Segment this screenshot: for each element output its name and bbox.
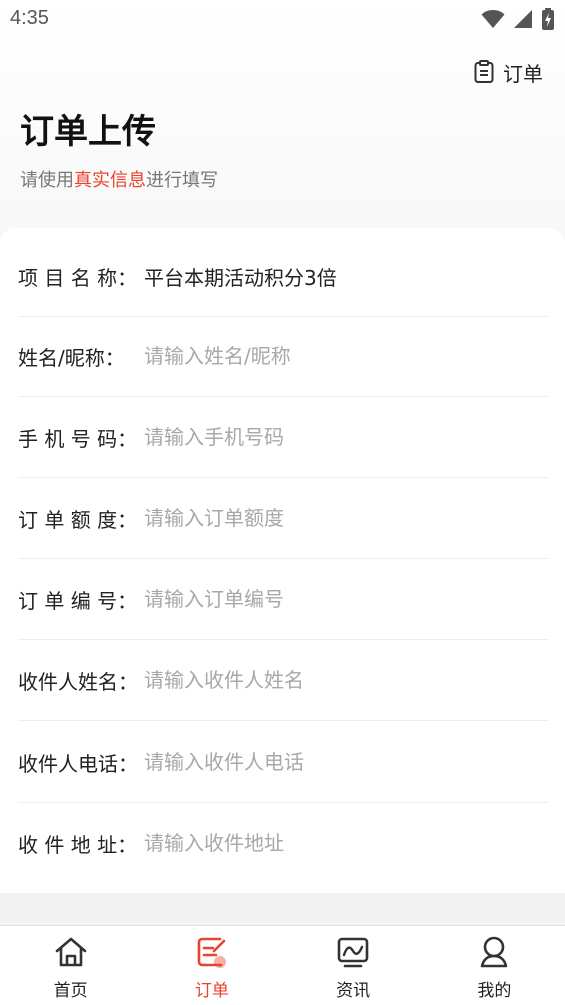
- order-number-label: 订 单 编 号：: [18, 588, 138, 613]
- address-label: 收 件 地 址：: [18, 832, 138, 857]
- page-title: 订单上传: [20, 112, 156, 152]
- recipient-name-label: 收件人姓名：: [18, 669, 138, 694]
- header-order-label: 订单: [503, 61, 543, 86]
- subtitle-suffix: 进行填写: [146, 170, 218, 191]
- form-row-order-number: 订 单 编 号：: [18, 559, 548, 640]
- section-gap: [0, 893, 565, 925]
- nav-item-home[interactable]: 首页: [0, 926, 141, 1005]
- recipient-name-input[interactable]: [144, 668, 524, 692]
- nav-item-order[interactable]: 订单: [141, 926, 282, 1005]
- name-input[interactable]: [144, 344, 524, 368]
- nav-label-order: 订单: [194, 981, 229, 1001]
- phone-input[interactable]: [144, 425, 524, 449]
- order-amount-label: 订 单 额 度：: [18, 507, 138, 532]
- wifi-icon: [481, 10, 505, 28]
- form-row-name: 姓名/昵称：: [18, 316, 548, 397]
- form-row-order-amount: 订 单 额 度：: [18, 478, 548, 559]
- status-icons: [481, 8, 555, 30]
- order-amount-input[interactable]: [144, 506, 524, 530]
- recipient-phone-input[interactable]: [144, 750, 524, 774]
- project-name-value: 平台本期活动积分3倍: [144, 265, 337, 290]
- nav-label-news: 资讯: [336, 981, 371, 1001]
- status-time: 4:35: [10, 7, 49, 29]
- nav-item-profile[interactable]: 我的: [424, 926, 565, 1005]
- phone-label: 手 机 号 码：: [18, 426, 138, 451]
- form-row-phone: 手 机 号 码：: [18, 397, 548, 478]
- home-icon: [55, 937, 86, 967]
- clipboard-list-icon: [474, 60, 494, 83]
- nav-label-profile: 我的: [477, 981, 512, 1001]
- form-row-project-name: 项 目 名 称： 平台本期活动积分3倍: [18, 236, 548, 317]
- order-form-card: 项 目 名 称： 平台本期活动积分3倍 姓名/昵称： 手 机 号 码： 订 单 …: [0, 228, 565, 893]
- cellular-signal-icon: [514, 10, 532, 28]
- recipient-phone-label: 收件人电话：: [18, 751, 138, 776]
- status-bar: 4:35: [0, 0, 565, 40]
- news-icon: [337, 937, 369, 968]
- order-number-input[interactable]: [144, 587, 524, 611]
- project-name-label: 项 目 名 称：: [18, 265, 138, 290]
- header-order-button[interactable]: 订单: [473, 58, 543, 86]
- bottom-nav: 首页 订单 资讯 我的: [0, 925, 565, 1005]
- nav-item-news[interactable]: 资讯: [283, 926, 424, 1005]
- profile-icon: [481, 936, 508, 968]
- form-row-address: 收 件 地 址：: [18, 803, 548, 883]
- nav-label-home: 首页: [53, 981, 88, 1001]
- form-row-recipient-name: 收件人姓名：: [18, 640, 548, 721]
- address-input[interactable]: [144, 831, 524, 855]
- battery-charging-icon: [542, 8, 554, 30]
- page-subtitle: 请使用真实信息进行填写: [20, 169, 218, 193]
- subtitle-highlight: 真实信息: [74, 170, 146, 191]
- form-row-recipient-phone: 收件人电话：: [18, 722, 548, 803]
- subtitle-prefix: 请使用: [20, 170, 74, 191]
- order-edit-icon: [197, 937, 226, 968]
- name-label: 姓名/昵称：: [18, 345, 125, 370]
